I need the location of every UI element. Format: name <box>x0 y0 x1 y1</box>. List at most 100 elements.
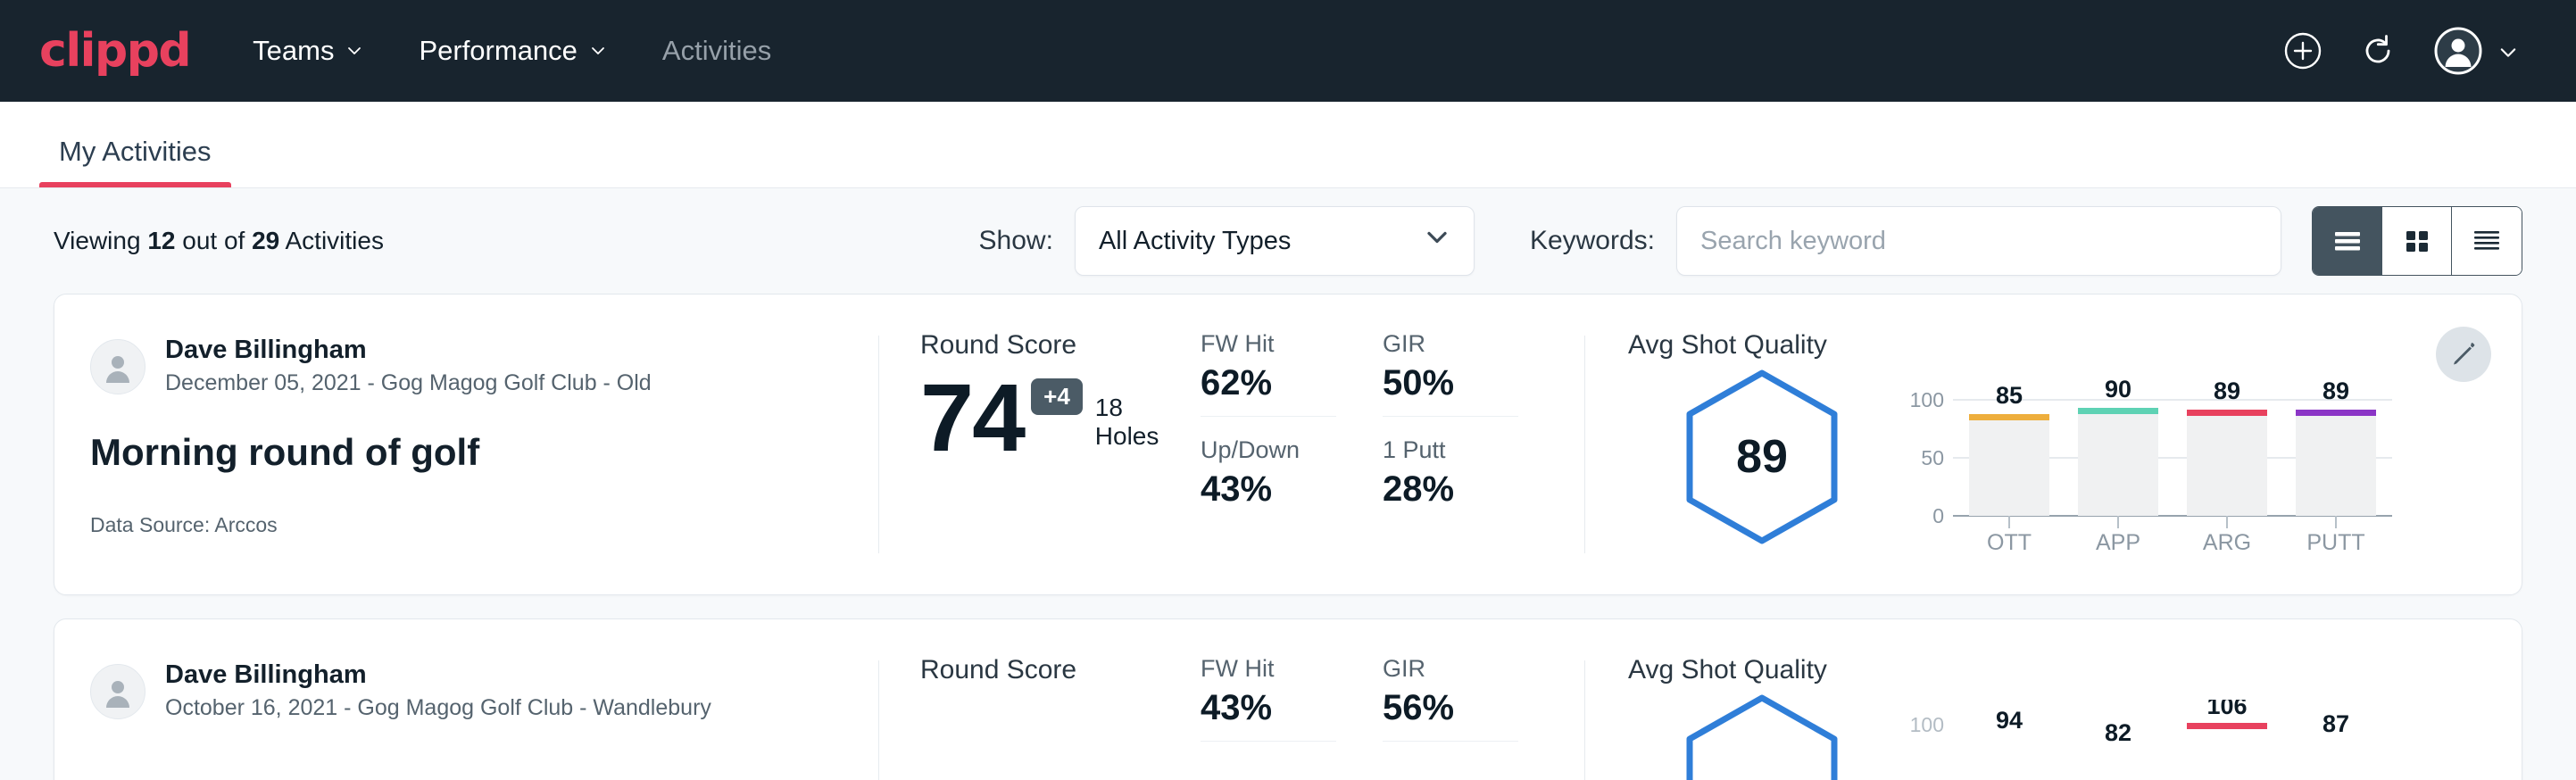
viewing-count-text: Viewing 12 out of 29 Activities <box>54 227 384 255</box>
activity-data-source: Data Source: Arccos <box>90 513 843 537</box>
activity-card-list: Dave Billingham December 05, 2021 - Gog … <box>0 294 2576 780</box>
tab-my-activities-label: My Activities <box>59 136 212 167</box>
view-mode-toggle <box>2312 206 2522 276</box>
activity-meta: December 05, 2021 - Gog Magog Golf Club … <box>165 369 652 399</box>
viewing-suffix: Activities <box>279 227 384 254</box>
nav-item-teams[interactable]: Teams <box>249 28 367 74</box>
x-tick-ott: OTT <box>1987 530 2032 553</box>
round-score-block: Round Score 74 +4 18 Holes <box>879 295 1192 594</box>
primary-nav: Teams Performance Activities <box>249 28 775 74</box>
round-score-label: Round Score <box>920 330 1192 361</box>
stat-gir-label: GIR <box>1383 330 1518 358</box>
nav-item-performance[interactable]: Performance <box>415 28 610 74</box>
shot-quality-hexagon: 89 <box>1628 366 1896 548</box>
stat-gir-value: 50% <box>1383 363 1518 403</box>
nav-item-activities[interactable]: Activities <box>659 28 775 74</box>
x-tick-putt: PUTT <box>2306 530 2364 553</box>
round-stats-grid: FW Hit 62% GIR 50% Up/Down 43% 1 Putt 28… <box>1192 295 1584 594</box>
shot-quality-bar-chart: 100 94 82 106 87 <box>1903 691 2403 780</box>
round-stats-grid: FW Hit 43% GIR 56% <box>1192 619 1584 780</box>
refresh-icon[interactable] <box>2358 31 2397 71</box>
avg-shot-quality-block: Avg Shot Quality 100 94 82 106 <box>1585 619 2522 780</box>
viewing-prefix: Viewing <box>54 227 147 254</box>
y-tick-0: 0 <box>1932 504 1944 527</box>
search-input[interactable] <box>1676 206 2281 276</box>
edit-activity-button[interactable] <box>2436 327 2491 382</box>
round-score-value: 74 <box>920 373 1024 461</box>
activity-author: Dave Billingham December 05, 2021 - Gog … <box>90 334 843 399</box>
nav-item-teams-label: Teams <box>253 35 334 67</box>
nav-item-activities-label: Activities <box>662 35 771 67</box>
viewing-mid: out of <box>175 227 252 254</box>
pencil-icon <box>2449 340 2478 369</box>
chevron-down-icon <box>345 42 363 60</box>
x-tick-arg: ARG <box>2203 530 2251 553</box>
avg-shot-quality-value: 89 <box>1736 430 1788 484</box>
add-icon[interactable] <box>2283 31 2323 71</box>
y-tick-100: 100 <box>1910 713 1944 736</box>
shot-quality-bar-chart: 100 50 0 85 OTT <box>1903 366 2403 558</box>
stat-gir: GIR 50% <box>1383 330 1518 417</box>
round-score-block: Round Score <box>879 619 1192 780</box>
data-source-value: Arccos <box>214 513 277 536</box>
x-tick-app: APP <box>2096 530 2140 553</box>
activity-card[interactable]: Dave Billingham December 05, 2021 - Gog … <box>54 294 2522 595</box>
bar-label-ott: 94 <box>1996 707 2023 734</box>
nav-actions <box>2283 26 2537 76</box>
avg-shot-quality-label: Avg Shot Quality <box>1628 330 2522 361</box>
tab-my-activities[interactable]: My Activities <box>39 136 231 187</box>
hexagon-icon <box>1675 691 1849 780</box>
bar-label-putt: 87 <box>2323 710 2349 737</box>
chevron-down-icon <box>1424 224 1450 258</box>
viewing-count: 12 <box>147 227 175 254</box>
stat-one-putt-value: 28% <box>1383 469 1518 510</box>
holes-played: 18 Holes <box>1095 394 1192 461</box>
avatar <box>90 664 145 719</box>
stat-gir: GIR 56% <box>1383 655 1518 742</box>
stat-gir-label: GIR <box>1383 655 1518 683</box>
bar-label-ott: 85 <box>1996 382 2023 409</box>
activity-type-select[interactable]: All Activity Types <box>1075 206 1475 276</box>
grid-view-icon[interactable] <box>2382 207 2452 275</box>
activity-title: Morning round of golf <box>90 431 843 474</box>
stat-one-putt: 1 Putt 28% <box>1383 436 1518 522</box>
stat-up-down-label: Up/Down <box>1201 436 1336 464</box>
viewing-total: 29 <box>252 227 279 254</box>
stat-up-down-value: 43% <box>1201 469 1336 510</box>
stat-one-putt-label: 1 Putt <box>1383 436 1518 464</box>
activity-card[interactable]: Dave Billingham October 16, 2021 - Gog M… <box>54 618 2522 780</box>
compact-list-view-icon[interactable] <box>2452 207 2522 275</box>
account-avatar[interactable] <box>2433 26 2515 76</box>
shot-quality-hexagon <box>1628 691 1896 780</box>
bar-label-arg: 106 <box>2206 700 2247 719</box>
activity-type-select-value: All Activity Types <box>1099 227 1291 256</box>
stat-fw-hit: FW Hit 43% <box>1201 655 1336 742</box>
activities-toolbar: Viewing 12 out of 29 Activities Show: Al… <box>0 188 2576 294</box>
avg-shot-quality-label: Avg Shot Quality <box>1628 655 2522 685</box>
avatar <box>90 339 145 394</box>
bar-label-arg: 89 <box>2214 378 2240 404</box>
keywords-label: Keywords: <box>1530 226 1655 256</box>
round-score-label: Round Score <box>920 655 1192 685</box>
stat-fw-hit-value: 62% <box>1201 363 1336 403</box>
list-view-icon[interactable] <box>2313 207 2382 275</box>
activity-identity: Dave Billingham December 05, 2021 - Gog … <box>54 295 878 594</box>
show-label: Show: <box>979 226 1053 256</box>
stat-up-down: Up/Down 43% <box>1201 436 1336 522</box>
activity-author: Dave Billingham October 16, 2021 - Gog M… <box>90 659 843 724</box>
y-tick-100: 100 <box>1910 388 1944 411</box>
activity-identity: Dave Billingham October 16, 2021 - Gog M… <box>54 619 878 780</box>
bar-label-app: 90 <box>2105 376 2131 402</box>
brand-logo[interactable]: clippd <box>39 24 190 78</box>
activity-person-name: Dave Billingham <box>165 334 652 366</box>
stat-fw-hit-label: FW Hit <box>1201 330 1336 358</box>
toolbar-filters: Show: All Activity Types Keywords: <box>979 206 2522 276</box>
y-tick-50: 50 <box>1921 446 1944 469</box>
data-source-prefix: Data Source: <box>90 513 214 536</box>
bar-label-app: 82 <box>2105 719 2131 746</box>
bar-label-putt: 89 <box>2323 378 2349 404</box>
top-navigation-bar: clippd Teams Performance Activities <box>0 0 2576 102</box>
chevron-down-icon <box>589 42 607 60</box>
chevron-down-icon <box>2497 42 2515 60</box>
stat-fw-hit: FW Hit 62% <box>1201 330 1336 417</box>
